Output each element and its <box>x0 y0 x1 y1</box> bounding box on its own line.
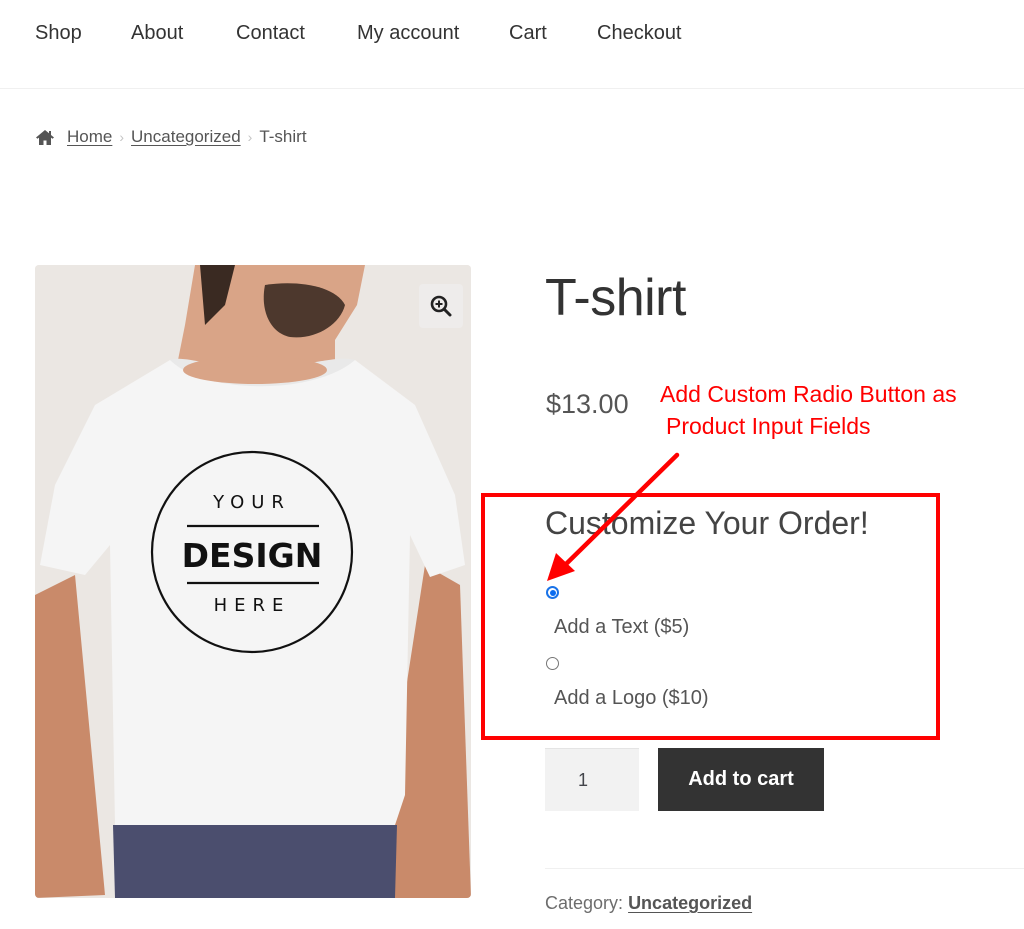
radio-label-add-text[interactable]: Add a Text ($5) <box>554 616 689 639</box>
breadcrumb-category-link[interactable]: Uncategorized <box>131 127 241 147</box>
breadcrumb-current: T-shirt <box>259 127 307 146</box>
image-zoom-button[interactable] <box>419 284 463 328</box>
radio-label-add-logo[interactable]: Add a Logo ($10) <box>554 687 709 710</box>
nav-item-checkout[interactable]: Checkout <box>597 22 682 45</box>
product-photo: YOUR DESIGN HERE <box>35 265 471 898</box>
add-to-cart-button[interactable]: Add to cart <box>658 748 824 811</box>
nav-item-shop[interactable]: Shop <box>35 22 82 45</box>
nav-item-about[interactable]: About <box>131 22 183 45</box>
print-line-here: HERE <box>214 595 291 616</box>
product-title: T-shirt <box>545 269 686 327</box>
primary-navigation: Shop About Contact My account Cart Check… <box>0 0 1024 89</box>
breadcrumb-separator: › <box>247 129 253 145</box>
customize-heading: Customize Your Order! <box>545 505 869 541</box>
category-label: Category: <box>545 893 624 913</box>
nav-item-my-account[interactable]: My account <box>357 22 459 45</box>
annotation-line-1: Add Custom Radio Button as <box>660 381 957 407</box>
product-category: Category: Uncategorized <box>545 893 752 914</box>
breadcrumb: Home › Uncategorized › T-shirt <box>35 125 307 149</box>
quantity-input[interactable] <box>545 748 639 811</box>
nav-item-contact[interactable]: Contact <box>236 22 305 45</box>
print-line-design: DESIGN <box>182 536 323 575</box>
product-price: $13.00 <box>546 389 629 419</box>
radio-add-logo[interactable] <box>546 657 559 670</box>
radio-add-text[interactable] <box>546 586 559 599</box>
breadcrumb-separator: › <box>119 129 125 145</box>
category-link[interactable]: Uncategorized <box>628 893 752 913</box>
product-image[interactable]: YOUR DESIGN HERE <box>35 265 471 898</box>
home-icon <box>35 129 55 146</box>
zoom-in-icon <box>430 295 452 317</box>
annotation-callout: Add Custom Radio Button as Product Input… <box>660 378 957 442</box>
divider <box>545 868 1024 869</box>
breadcrumb-home-link[interactable]: Home <box>67 127 112 147</box>
annotation-line-2: Product Input Fields <box>666 413 871 439</box>
nav-item-cart[interactable]: Cart <box>509 22 547 45</box>
print-line-your: YOUR <box>212 492 291 513</box>
